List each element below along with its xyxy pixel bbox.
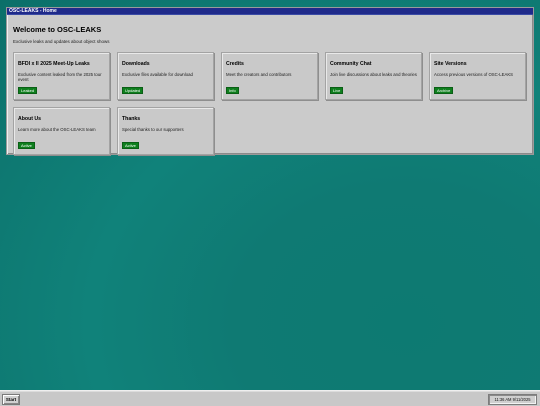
card-title: Site Versions: [434, 61, 467, 67]
status-badge: Live: [330, 87, 344, 94]
status-badge: Active: [122, 142, 139, 149]
taskbar-clock: 11:36 AM 9/11/2025: [488, 394, 537, 405]
card-description: Access previous versions of OSC-LEAKS: [434, 72, 514, 77]
start-button[interactable]: Start: [2, 394, 20, 405]
card-credits[interactable]: Credits Meet the creators and contributo…: [221, 52, 318, 100]
card-title: About Us: [18, 116, 42, 122]
card-meetup-leaks[interactable]: BFDI x II 2025 Meet-Up Leaks Exclusive c…: [13, 52, 110, 100]
card-title: Community Chat: [330, 61, 372, 67]
card-thanks[interactable]: Thanks Special thanks to our supporters …: [117, 107, 214, 155]
card-downloads[interactable]: Downloads Exclusive files available for …: [117, 52, 214, 100]
card-title: BFDI x II 2025 Meet-Up Leaks: [18, 61, 90, 67]
card-description: Join live discussions about leaks and th…: [330, 72, 417, 77]
status-badge: Leaked: [18, 87, 38, 94]
window-content: Welcome to OSC-LEAKS Exclusive leaks and…: [7, 25, 533, 44]
card-title: Credits: [226, 61, 244, 67]
card-title: Thanks: [122, 116, 141, 122]
page-subtitle: Exclusive leaks and updates about object…: [13, 39, 110, 44]
window-title: OSC-LEAKS - Home: [9, 8, 57, 14]
taskbar: Start 11:36 AM 9/11/2025: [0, 390, 540, 406]
card-description: Learn more about the OSC-LEAKS team: [18, 127, 96, 132]
card-community-chat[interactable]: Community Chat Join live discussions abo…: [325, 52, 422, 100]
status-badge: Updated: [122, 87, 144, 94]
status-badge: Info: [226, 87, 239, 94]
status-badge: Archive: [434, 87, 454, 94]
card-site-versions[interactable]: Site Versions Access previous versions o…: [429, 52, 526, 100]
card-description: Meet the creators and contributors: [226, 72, 292, 77]
card-about-us[interactable]: About Us Learn more about the OSC-LEAKS …: [13, 107, 110, 155]
card-title: Downloads: [122, 61, 150, 67]
main-window: OSC-LEAKS - Home Welcome to OSC-LEAKS Ex…: [6, 7, 534, 155]
card-grid: BFDI x II 2025 Meet-Up Leaks Exclusive c…: [13, 52, 526, 155]
card-description: Special thanks to our supporters: [122, 127, 184, 132]
page-title: Welcome to OSC-LEAKS: [13, 25, 102, 34]
card-description: Exclusive content leaked from the 2025 t…: [18, 72, 102, 82]
status-badge: Active: [18, 142, 35, 149]
window-titlebar[interactable]: OSC-LEAKS - Home: [7, 8, 533, 15]
card-description: Exclusive files available for download: [122, 72, 193, 77]
